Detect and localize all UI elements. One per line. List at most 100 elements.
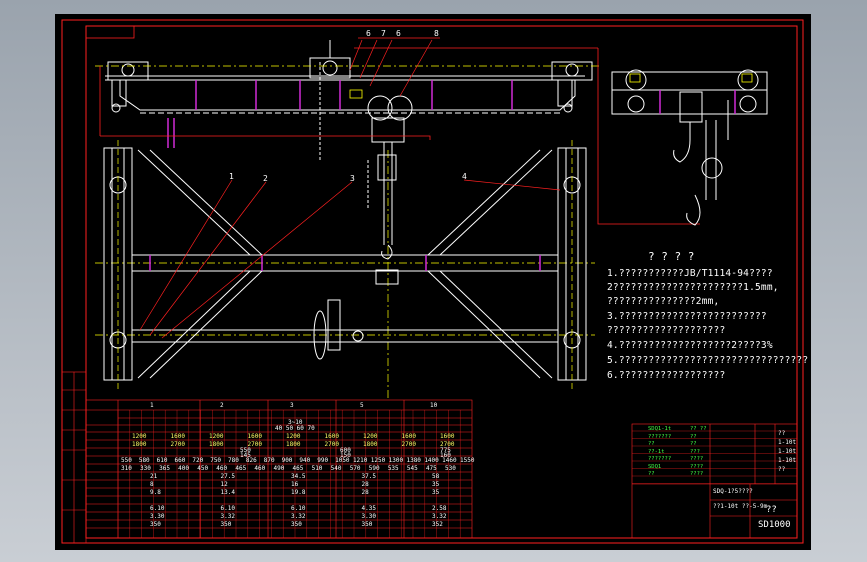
- table-cell-e2: 365: [159, 465, 170, 472]
- table-cell-e1: 610: [156, 457, 168, 464]
- table-cell-b: 2700: [170, 441, 185, 448]
- table-cell-e2: 465: [235, 465, 247, 472]
- table-cell-i: 2.58: [432, 505, 447, 512]
- notes-title: ? ? ? ?: [648, 250, 695, 263]
- title-block-green-cell-2: ???: [690, 448, 700, 455]
- table-group-3: 3: [290, 402, 294, 409]
- table-cell-a: 1600: [401, 433, 416, 440]
- table-cell-j: 3.32: [432, 513, 447, 520]
- title-block-green-cell: ???????: [648, 456, 672, 462]
- title-block-green-cell: SDQ1: [648, 463, 662, 470]
- table-cell-f: 37.5: [361, 473, 376, 480]
- table-cell-e2: 545: [406, 465, 418, 472]
- note-3: 3.?????????????????????????: [607, 311, 767, 322]
- table-cell-a: 1200: [132, 433, 147, 440]
- title-block-right-cell: ??: [778, 430, 786, 437]
- table-cell-k: 350: [220, 521, 232, 528]
- table-cell-e2: 460: [254, 465, 266, 472]
- table-cell-e1: 870: [263, 457, 275, 464]
- table-cell-h: 28: [361, 489, 369, 496]
- table-cell-e2: 465: [292, 465, 304, 472]
- table-cell-a: 1200: [286, 433, 301, 440]
- table-cell-b: 1800: [132, 441, 147, 448]
- table-cell-e1: 1250: [370, 457, 386, 464]
- title-block-green-cell-2: ??: [690, 441, 697, 447]
- table-cell-e2: 540: [330, 465, 342, 472]
- table-cell-e1: 780: [228, 457, 239, 464]
- table-cell-h: 35: [432, 489, 440, 496]
- table-cell-e1: 1460: [442, 457, 457, 464]
- title-block-spec: ??1-10t ??-5-9m: [713, 503, 768, 510]
- callout-4: 4: [462, 172, 467, 181]
- table-cell-k: 350: [150, 521, 161, 528]
- title-block-green-cell-2: ????: [690, 456, 704, 462]
- table-cell-e1: 1550: [460, 457, 475, 464]
- table-cell-e1: 990: [317, 457, 329, 464]
- table-cell-b: 1800: [286, 441, 301, 448]
- title-block-green-cell-2: ?? ??: [690, 426, 707, 432]
- table-cell-j: 3.30: [361, 513, 376, 520]
- table-cell-e2: 535: [387, 465, 399, 472]
- table-cell-e1: 580: [138, 457, 150, 464]
- title-block-green-cell: ??: [648, 471, 655, 477]
- title-block-green-cell-2: ????: [690, 463, 704, 470]
- table-cell-k: 350: [361, 521, 373, 528]
- table-cell-e2: 590: [368, 465, 380, 472]
- table-cell-e2: 450: [197, 465, 209, 472]
- table-group-2: 2: [220, 402, 224, 409]
- table-cell-e1: 660: [174, 457, 186, 464]
- table-cell-e2: 510: [311, 465, 323, 472]
- table-cell-e1: 1050: [335, 457, 350, 464]
- table-cell-e2: 475: [425, 465, 437, 472]
- table-cell-g: 12: [220, 481, 228, 488]
- title-block-green-cell-2: ????: [690, 471, 704, 477]
- table-cell-k: 350: [291, 521, 302, 528]
- table-cell-e2: 400: [178, 465, 190, 472]
- table-cell-h: 13.4: [220, 489, 235, 496]
- table-cell-g: 8: [150, 481, 154, 488]
- table-cell-j: 3.32: [220, 513, 235, 520]
- table-cell-b: 1800: [363, 441, 378, 448]
- table-cell-a: 1200: [363, 433, 378, 440]
- callout-8: 8: [434, 29, 439, 38]
- table-group-1: 1: [150, 402, 154, 409]
- drawing-code: SD1000: [758, 520, 791, 530]
- table-cell-e1: 1380: [406, 457, 421, 464]
- note-1: 1.???????????JB/T1114-94????: [607, 268, 773, 279]
- scale-label: ??: [766, 505, 777, 515]
- callout-6b: 6: [396, 29, 401, 38]
- note-6: 6.??????????????????: [607, 370, 726, 381]
- callout-7: 7: [381, 29, 386, 38]
- table-cell-j: 3.30: [150, 513, 165, 520]
- table-cell-e2: 460: [216, 465, 228, 472]
- table-cell-a: 1600: [324, 433, 339, 440]
- table-cell-e2: 490: [273, 465, 285, 472]
- table-cell-a: 1600: [247, 433, 262, 440]
- title-block-green-cell: ??-1t: [648, 448, 665, 455]
- table-cell-f: 27.5: [220, 473, 235, 480]
- table-cell-b: 2700: [401, 441, 416, 448]
- table-span-2: 40 50 60 70: [275, 425, 315, 432]
- table-cell-j: 3.32: [291, 513, 306, 520]
- note-5: 5.????????????????????????????????: [607, 355, 809, 366]
- table-cell-e1: 720: [192, 457, 204, 464]
- table-cell-e1: 550: [121, 457, 132, 464]
- note-2: 2??????????????????????1.5mm,: [607, 282, 779, 293]
- table-cell-e1: 826: [245, 457, 257, 464]
- table-cell-e2: 310: [121, 465, 132, 472]
- callout-1: 1: [229, 172, 234, 181]
- table-cell-f: 21: [150, 473, 158, 480]
- table-cell-i: 6.10: [220, 505, 235, 512]
- title-block-right-cell: 1-10t: [778, 439, 797, 446]
- title-block-green-cell-2: ??: [690, 433, 697, 440]
- table-cell-k: 352: [432, 521, 443, 528]
- title-block-right-cell: 1-10t: [778, 457, 797, 464]
- title-block-green-cell: ??: [648, 441, 655, 447]
- table-cell-e1: 900: [281, 457, 293, 464]
- table-cell-i: 4.35: [361, 505, 376, 512]
- note-2b: ???????????????2mm,: [607, 296, 720, 307]
- callout-2: 2: [263, 174, 268, 183]
- table-cell-e2: 530: [445, 465, 456, 472]
- table-cell-h: 19.8: [291, 489, 306, 496]
- table-cell-i: 6.10: [291, 505, 306, 512]
